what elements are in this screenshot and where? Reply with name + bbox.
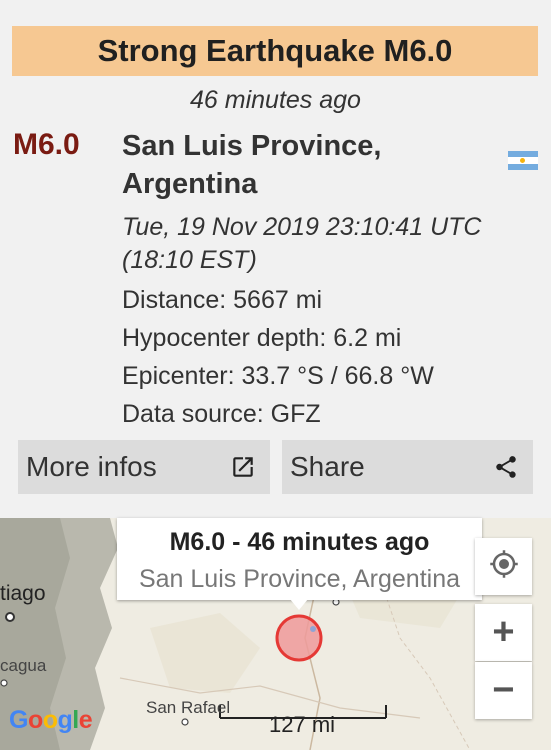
epicenter-text: Epicenter: 33.7 °S / 66.8 °W [122,362,434,390]
share-icon [493,454,519,480]
info-window-pointer [290,599,308,610]
location-title: San Luis Province, Argentina [122,127,492,203]
map-label-rancagua: cagua [0,656,47,675]
my-location-button[interactable] [475,538,532,595]
location-line-1: San Luis Province, [122,130,382,162]
google-logo: Google [9,706,93,734]
time-ago: 46 minutes ago [190,86,361,114]
map-info-window[interactable]: M6.0 - 46 minutes ago San Luis Province,… [117,518,482,600]
distance-text: Distance: 5667 mi [122,286,323,314]
depth-text: Hypocenter depth: 6.2 mi [122,324,402,352]
map-label-santiago: tiago [0,582,46,605]
event-details: Tue, 19 Nov 2019 23:10:41 UTC (18:10 EST… [122,211,542,433]
info-window-subtitle: San Luis Province, Argentina [138,565,461,593]
my-location-icon [489,549,519,584]
open-in-new-icon [230,454,256,480]
more-infos-button[interactable]: More infos [18,440,270,494]
event-datetime: Tue, 19 Nov 2019 23:10:41 UTC [122,213,482,241]
alert-title: Strong Earthquake M6.0 [97,33,453,68]
map-label-san-rafael: San Rafael [146,698,231,717]
magnitude-label: M6.0 [13,128,80,161]
share-button[interactable]: Share [282,440,533,494]
source-text: Data source: GFZ [122,400,321,428]
zoom-out-button[interactable]: − [475,662,532,719]
earthquake-marker[interactable] [275,614,323,662]
zoom-in-icon: + [492,611,515,653]
location-line-2: Argentina [122,168,258,200]
alert-banner: Strong Earthquake M6.0 [12,26,538,76]
share-label: Share [290,451,365,482]
more-infos-label: More infos [26,451,157,482]
event-datetime-local: (18:10 EST) [122,246,257,274]
scale-label: 127 mi [269,712,336,737]
info-window-title: M6.0 - 46 minutes ago [169,528,430,556]
zoom-out-icon: − [492,669,515,711]
argentina-flag-icon [508,151,538,170]
zoom-in-button[interactable]: + [475,604,532,661]
